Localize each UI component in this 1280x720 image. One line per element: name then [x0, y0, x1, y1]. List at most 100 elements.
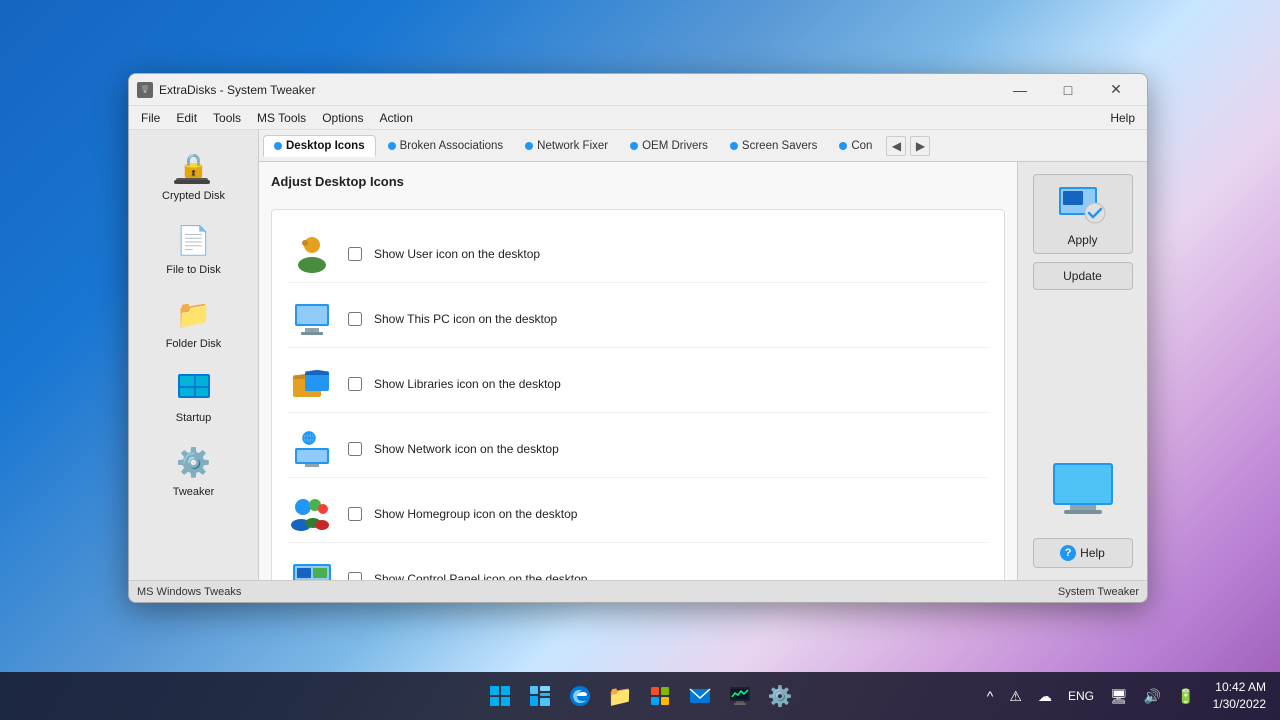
tab-nav-prev[interactable]: ◀ — [886, 136, 906, 156]
menu-action[interactable]: Action — [372, 109, 421, 127]
homegroup-icon — [288, 494, 336, 534]
network-icon — [288, 429, 336, 469]
tab-con[interactable]: Con — [829, 136, 882, 156]
sidebar-item-tweaker[interactable]: ⚙️ Tweaker — [133, 434, 254, 506]
tab-nav-next[interactable]: ▶ — [910, 136, 930, 156]
titlebar: ExtraDisks - System Tweaker ― □ ✕ — [129, 74, 1147, 106]
tab-dot-screen-savers — [730, 142, 738, 150]
tab-dot-broken-associations — [388, 142, 396, 150]
checkbox-row-network-icon: Show Network icon on the desktop — [288, 421, 988, 478]
taskbar-edge[interactable] — [562, 678, 598, 714]
sidebar-item-startup-label: Startup — [176, 412, 211, 424]
panel-title: Adjust Desktop Icons — [271, 174, 1005, 197]
menu-help[interactable]: Help — [1102, 109, 1143, 127]
update-button[interactable]: Update — [1033, 262, 1133, 290]
crypted-disk-icon: 🔒 — [170, 146, 218, 186]
label-homegroup-icon: Show Homegroup icon on the desktop — [374, 507, 577, 521]
menu-edit[interactable]: Edit — [168, 109, 205, 127]
tabs-bar: Desktop Icons Broken Associations Networ… — [259, 130, 1147, 162]
startup-icon — [170, 368, 218, 408]
sidebar: 🔒 Crypted Disk 📄 File to Disk 📁 — [129, 130, 259, 580]
checkbox-row-controlpanel-icon: Show Control Panel icon on the desktop — [288, 551, 988, 580]
taskbar: 📁 ⚙️ ^ ⚠ — [0, 672, 1280, 720]
tab-screen-savers[interactable]: Screen Savers — [720, 136, 827, 156]
sidebar-item-file-to-disk[interactable]: 📄 File to Disk — [133, 212, 254, 284]
taskbar-tray-battery[interactable]: 🔋 — [1173, 686, 1198, 707]
window-title: ExtraDisks - System Tweaker — [159, 83, 997, 97]
sidebar-item-crypted-disk-label: Crypted Disk — [162, 190, 225, 202]
sidebar-item-folder-disk[interactable]: 📁 Folder Disk — [133, 286, 254, 358]
menubar: File Edit Tools MS Tools Options Action … — [129, 106, 1147, 130]
thispc-icon — [288, 299, 336, 339]
right-panel: Apply Update ? — [1017, 162, 1147, 580]
checkbox-controlpanel-icon[interactable] — [348, 572, 362, 580]
tweaker-icon: ⚙️ — [170, 442, 218, 482]
checkbox-row-thispc-icon: Show This PC icon on the desktop — [288, 291, 988, 348]
monitor-display — [1048, 459, 1118, 522]
taskbar-clock-date: 1/30/2022 — [1213, 696, 1266, 713]
taskbar-start[interactable] — [482, 678, 518, 714]
minimize-button[interactable]: ― — [997, 74, 1043, 106]
checkbox-row-user-icon: Show User icon on the desktop — [288, 226, 988, 283]
checkbox-user-icon[interactable] — [348, 247, 362, 261]
tab-dot-oem-drivers — [630, 142, 638, 150]
libraries-icon — [288, 364, 336, 404]
apply-button-label: Apply — [1067, 233, 1097, 247]
taskbar-right: ^ ⚠ ☁ ENG 🖥 🔊 🔋 10:42 AM 1/30/2022 — [983, 677, 1272, 715]
statusbar-right: System Tweaker — [1058, 586, 1139, 598]
menu-options[interactable]: Options — [314, 109, 371, 127]
checkbox-network-icon[interactable] — [348, 442, 362, 456]
panel-area: Adjust Desktop Icons — [259, 162, 1017, 580]
label-libraries-icon: Show Libraries icon on the desktop — [374, 377, 561, 391]
sidebar-item-crypted-disk[interactable]: 🔒 Crypted Disk — [133, 138, 254, 210]
taskbar-mail[interactable] — [682, 678, 718, 714]
sidebar-item-file-to-disk-label: File to Disk — [166, 264, 220, 276]
checkbox-libraries-icon[interactable] — [348, 377, 362, 391]
controlpanel-icon — [288, 559, 336, 580]
user-icon — [288, 234, 336, 274]
apply-icon — [1055, 181, 1111, 229]
tab-broken-associations[interactable]: Broken Associations — [378, 136, 514, 156]
close-button[interactable]: ✕ — [1093, 74, 1139, 106]
main-panel: Desktop Icons Broken Associations Networ… — [259, 130, 1147, 580]
main-window: ExtraDisks - System Tweaker ― □ ✕ File E… — [128, 73, 1148, 603]
taskbar-clock-time: 10:42 AM — [1213, 679, 1266, 696]
taskbar-tray-display[interactable]: 🖥 — [1106, 686, 1132, 707]
taskbar-tray-warning[interactable]: ⚠ — [1005, 686, 1026, 707]
menu-mstools[interactable]: MS Tools — [249, 109, 314, 127]
folder-disk-icon: 📁 — [170, 294, 218, 334]
taskbar-files[interactable]: 📁 — [602, 678, 638, 714]
taskbar-store[interactable] — [642, 678, 678, 714]
taskbar-lang[interactable]: ENG — [1064, 687, 1098, 705]
tab-network-fixer[interactable]: Network Fixer — [515, 136, 618, 156]
help-button[interactable]: ? Help — [1033, 538, 1133, 568]
window-icon — [137, 82, 153, 98]
taskbar-widgets[interactable] — [522, 678, 558, 714]
checkbox-homegroup-icon[interactable] — [348, 507, 362, 521]
tab-oem-drivers[interactable]: OEM Drivers — [620, 136, 718, 156]
tab-desktop-icons[interactable]: Desktop Icons — [263, 135, 376, 157]
maximize-button[interactable]: □ — [1045, 74, 1091, 106]
checkbox-thispc-icon[interactable] — [348, 312, 362, 326]
taskbar-tray-chevron[interactable]: ^ — [983, 686, 998, 706]
apply-button[interactable]: Apply — [1033, 174, 1133, 254]
menu-file[interactable]: File — [133, 109, 168, 127]
taskbar-tray-sound[interactable]: 🔊 — [1140, 686, 1165, 707]
tab-dot-con — [839, 142, 847, 150]
checkbox-row-libraries-icon: Show Libraries icon on the desktop — [288, 356, 988, 413]
sidebar-item-startup[interactable]: Startup — [133, 360, 254, 432]
tab-dot-network-fixer — [525, 142, 533, 150]
tab-dot-desktop-icons — [274, 142, 282, 150]
sidebar-item-tweaker-label: Tweaker — [173, 486, 215, 498]
panel-box: Show User icon on the desktop — [271, 209, 1005, 580]
file-to-disk-icon: 📄 — [170, 220, 218, 260]
taskbar-clock[interactable]: 10:42 AM 1/30/2022 — [1207, 677, 1272, 715]
taskbar-settings[interactable]: ⚙️ — [762, 678, 798, 714]
taskbar-tray-cloud[interactable]: ☁ — [1034, 686, 1056, 707]
label-thispc-icon: Show This PC icon on the desktop — [374, 312, 557, 326]
main-content: Adjust Desktop Icons — [259, 162, 1147, 580]
taskbar-monitor-app[interactable] — [722, 678, 758, 714]
help-icon: ? — [1060, 545, 1076, 561]
menu-tools[interactable]: Tools — [205, 109, 249, 127]
statusbar-left: MS Windows Tweaks — [137, 586, 241, 598]
